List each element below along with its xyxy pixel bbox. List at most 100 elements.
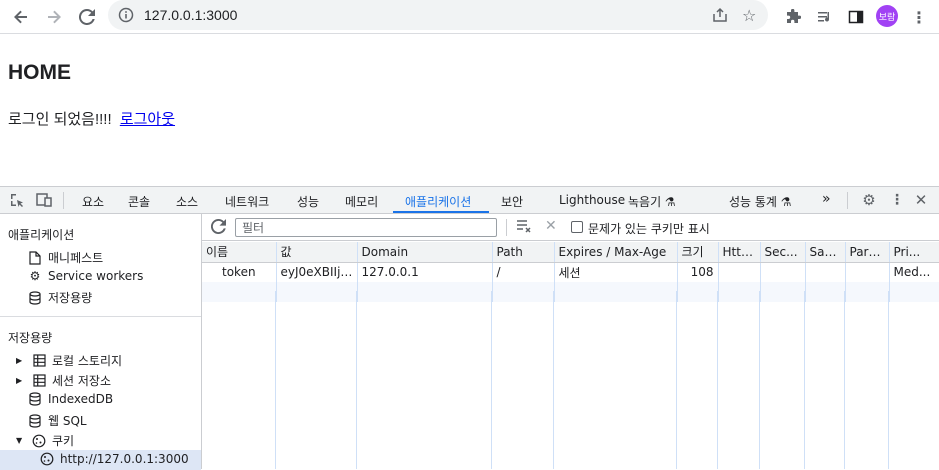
table-row[interactable]: token eyJ0eXBIIjoi... 127.0.0.1 / 세션 108… (202, 262, 939, 282)
column-header-domain[interactable]: Domain (357, 242, 493, 263)
tab-recorder[interactable]: 녹음기 ⚗ (628, 193, 676, 210)
table-grid-icon (32, 374, 46, 388)
info-icon[interactable] (118, 7, 134, 27)
url-text: 127.0.0.1:3000 (144, 7, 238, 23)
side-panel-icon[interactable] (843, 4, 869, 30)
refresh-icon[interactable] (210, 218, 226, 237)
expand-triangle-icon[interactable]: ▶ (16, 356, 26, 365)
devtools-more-icon[interactable]: ⋮ (888, 192, 906, 208)
sidebar-item-service-workers[interactable]: ⚙ Service workers (28, 269, 144, 283)
tab-sources[interactable]: 소스 (176, 193, 198, 210)
issues-only-label: 문제가 있는 쿠키만 표시 (588, 222, 710, 236)
column-header-value[interactable]: 값 (276, 242, 358, 263)
sidebar-item-label: 세션 저장소 (52, 374, 112, 388)
share-icon[interactable] (712, 7, 728, 27)
column-header-samesite[interactable]: Sam... (805, 242, 846, 263)
tab-performance[interactable]: 성능 (297, 193, 319, 210)
cookie-icon (32, 434, 46, 448)
column-header-expires[interactable]: Expires / Max-Age (554, 242, 678, 263)
cookie-domain-cell[interactable]: 127.0.0.1 (357, 262, 493, 282)
inspect-element-icon[interactable] (8, 192, 26, 208)
settings-gear-icon[interactable]: ⚙ (860, 191, 878, 209)
column-header-partition-key[interactable]: Parti... (845, 242, 890, 263)
devtools-tabbar: 요소 콘솔 소스 네트워크 성능 메모리 애플리케이션 보안 Lighthous… (0, 187, 939, 214)
sidebar-item-session-storage[interactable]: ▶ 세션 저장소 (16, 372, 111, 389)
active-tab-indicator (393, 211, 489, 213)
sidebar-item-indexeddb[interactable]: IndexedDB (28, 392, 113, 406)
toolbar-separator (506, 219, 507, 236)
sidebar-item-cookie-origin[interactable]: http://127.0.0.1:3000 (40, 452, 189, 466)
sidebar-item-label: 쿠키 (52, 434, 75, 448)
cookie-name-cell[interactable]: token (202, 262, 277, 282)
sidebar-item-manifest[interactable]: 매니페스트 (28, 249, 103, 266)
login-message-row: 로그인 되었음!!!! 로그아웃 (8, 108, 175, 129)
cookie-priority-cell[interactable]: Med... (889, 262, 939, 282)
issues-only-checkbox[interactable] (571, 221, 583, 233)
table-filler (202, 291, 939, 469)
tab-separator (847, 192, 848, 209)
sidebar-header-storage: 저장용량 (8, 331, 53, 345)
devtools-panel: 요소 콘솔 소스 네트워크 성능 메모리 애플리케이션 보안 Lighthous… (0, 186, 939, 470)
more-tabs-icon[interactable]: » (822, 191, 831, 207)
sidebar-item-label: 매니페스트 (48, 251, 104, 265)
address-bar[interactable]: 127.0.0.1:3000 ☆ (108, 0, 768, 30)
cookie-size-cell[interactable]: 108 (677, 262, 719, 282)
back-arrow-icon[interactable] (8, 4, 34, 30)
reload-icon[interactable] (74, 4, 100, 30)
tab-elements[interactable]: 요소 (82, 193, 104, 210)
star-icon[interactable]: ☆ (742, 6, 756, 25)
column-header-priority[interactable]: Pri... (889, 242, 939, 263)
logout-link[interactable]: 로그아웃 (120, 111, 175, 128)
sidebar-item-storage[interactable]: 저장용량 (28, 289, 92, 306)
cookie-samesite-cell[interactable] (805, 262, 846, 282)
forward-arrow-icon[interactable] (41, 4, 67, 30)
sidebar-item-label: IndexedDB (48, 392, 114, 406)
page-heading: HOME (8, 61, 71, 84)
tab-console[interactable]: 콘솔 (128, 193, 150, 210)
tab-network[interactable]: 네트워크 (225, 193, 269, 210)
delete-selected-icon[interactable]: ✕ (545, 218, 557, 234)
cookie-secure-cell[interactable] (760, 262, 806, 282)
tab-application[interactable]: 애플리케이션 (405, 193, 471, 210)
sidebar-item-label: http://127.0.0.1:3000 (60, 452, 189, 466)
application-sidebar: 애플리케이션 매니페스트 ⚙ Service workers 저장용량 저장용량… (0, 214, 202, 470)
column-header-path[interactable]: Path (492, 242, 555, 263)
cookie-icon (40, 452, 54, 466)
table-grid-icon (32, 354, 46, 368)
page-content: HOME 로그인 되었음!!!! 로그아웃 (0, 35, 939, 186)
tab-security[interactable]: 보안 (501, 193, 523, 210)
tab-lighthouse[interactable]: Lighthouse (559, 193, 625, 207)
gears-icon: ⚙ (29, 269, 41, 283)
collapse-triangle-icon[interactable]: ▼ (16, 436, 26, 445)
extensions-icon[interactable] (780, 4, 806, 30)
browser-toolbar: 127.0.0.1:3000 ☆ 보람 ⋮ (0, 0, 939, 34)
column-header-secure[interactable]: Sec... (760, 242, 806, 263)
cookies-filter-input[interactable] (235, 218, 497, 237)
sidebar-item-label: 로컬 스토리지 (52, 354, 123, 368)
media-icon[interactable] (812, 4, 838, 30)
expand-triangle-icon[interactable]: ▶ (16, 376, 26, 385)
file-icon (28, 250, 42, 265)
tab-performance-insights[interactable]: 성능 통계 ⚗ (729, 193, 792, 210)
sidebar-item-cookies[interactable]: ▼ 쿠키 (16, 432, 74, 449)
database-icon (28, 392, 42, 406)
more-vert-icon[interactable]: ⋮ (906, 4, 932, 30)
tab-memory[interactable]: 메모리 (345, 193, 378, 210)
sidebar-divider (0, 316, 201, 317)
sidebar-item-web-sql[interactable]: 웹 SQL (28, 412, 87, 429)
column-header-size[interactable]: 크기 (677, 242, 719, 263)
device-toolbar-icon[interactable] (35, 192, 53, 208)
sidebar-item-local-storage[interactable]: ▶ 로컬 스토리지 (16, 352, 122, 369)
clear-all-icon[interactable] (516, 219, 532, 237)
profile-avatar[interactable]: 보람 (876, 5, 898, 27)
sidebar-item-label: 웹 SQL (48, 414, 87, 428)
table-header-row: 이름 값 Domain Path Expires / Max-Age 크기 Ht… (202, 242, 939, 263)
cookie-httponly-cell[interactable] (718, 262, 761, 282)
close-devtools-icon[interactable]: ✕ (912, 191, 930, 209)
cookie-value-cell[interactable]: eyJ0eXBIIjoi... (276, 262, 358, 282)
column-header-name[interactable]: 이름 (202, 242, 277, 263)
column-header-httponly[interactable]: Http... (718, 242, 761, 263)
cookie-partition-cell[interactable] (845, 262, 890, 282)
cookie-path-cell[interactable]: / (492, 262, 555, 282)
cookie-expires-cell[interactable]: 세션 (554, 262, 678, 282)
